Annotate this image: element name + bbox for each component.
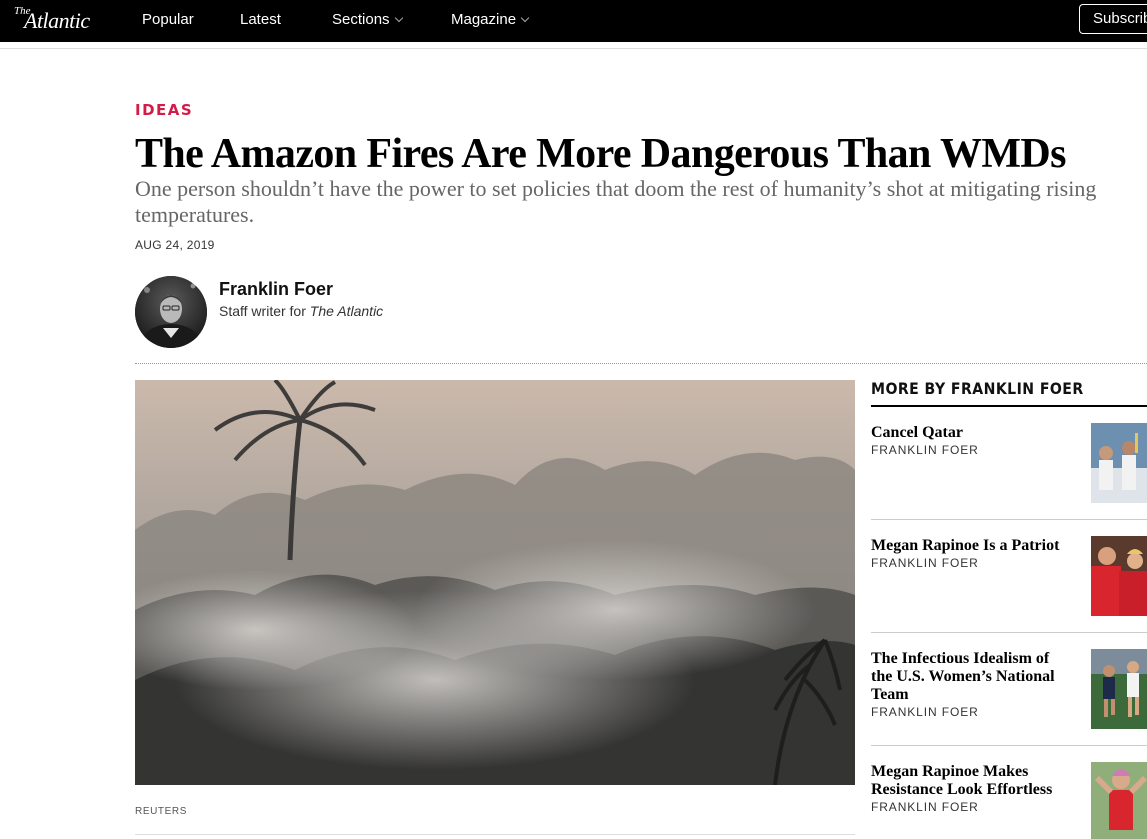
top-nav-bar: The Atlantic Popular Latest Sections Mag… [0, 0, 1147, 42]
credit-divider [135, 834, 855, 835]
sidebar-item-title[interactable]: The Infectious Idealism of the U.S. Wome… [871, 650, 1071, 704]
header-divider [0, 48, 1147, 49]
nav-sections[interactable]: Sections [332, 11, 403, 29]
nav-latest[interactable]: Latest [240, 11, 281, 29]
logo-name: Atlantic [24, 8, 90, 33]
sidebar-divider [871, 745, 1147, 746]
hero-image [135, 380, 855, 785]
dotted-divider [135, 363, 1147, 364]
nav-popular-label: Popular [142, 11, 194, 28]
subscribe-button[interactable]: Subscribe [1079, 4, 1147, 34]
sidebar-title-rule [871, 405, 1147, 407]
sidebar-thumbnail[interactable] [1091, 536, 1147, 616]
sidebar-item-title[interactable]: Megan Rapinoe Is a Patriot [871, 537, 1071, 555]
sidebar-item-title[interactable]: Megan Rapinoe Makes Resistance Look Effo… [871, 763, 1071, 799]
chevron-down-icon [394, 13, 403, 23]
author-role: Staff writer for The Atlantic [219, 303, 383, 319]
nav-latest-label: Latest [240, 11, 281, 28]
sidebar-title: MORE BY FRANKLIN FOER [871, 379, 1084, 398]
sidebar-item-title[interactable]: Cancel Qatar [871, 424, 1071, 442]
author-name[interactable]: Franklin Foer [219, 279, 333, 300]
section-kicker[interactable]: IDEAS [135, 101, 193, 119]
sidebar-divider [871, 632, 1147, 633]
article-date: AUG 24, 2019 [135, 238, 215, 252]
article-dek: One person shouldn’t have the power to s… [135, 176, 1097, 227]
article-headline: The Amazon Fires Are More Dangerous Than… [135, 131, 1066, 177]
author-avatar[interactable] [135, 276, 207, 348]
sidebar-thumbnail[interactable] [1091, 762, 1147, 839]
sidebar-thumbnail[interactable] [1091, 649, 1147, 729]
nav-magazine[interactable]: Magazine [451, 11, 530, 29]
nav-popular[interactable]: Popular [142, 11, 194, 29]
chevron-down-icon [520, 13, 530, 23]
author-publication: The Atlantic [309, 303, 384, 319]
image-credit: REUTERS [135, 806, 187, 817]
sidebar-divider [871, 519, 1147, 520]
sidebar-thumbnail[interactable] [1091, 423, 1147, 503]
author-role-prefix: Staff writer for [219, 303, 310, 319]
nav-sections-label: Sections [332, 11, 390, 28]
nav-magazine-label: Magazine [451, 11, 517, 28]
